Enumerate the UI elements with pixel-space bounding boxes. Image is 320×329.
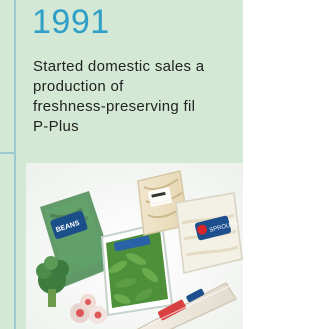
description-line: Started domestic sales a — [33, 58, 205, 75]
bean-sprouts-bag: SPROUTS — [175, 192, 243, 274]
timeline-rule — [14, 0, 16, 329]
timeline-year: 1991 — [32, 3, 110, 41]
timeline-tick — [0, 152, 14, 154]
product-photo: BEANS SPROUTS — [26, 163, 243, 329]
edamame-tray — [100, 221, 174, 317]
description-line: production of — [33, 78, 124, 95]
timeline-description: Started domestic sales a production of f… — [33, 57, 263, 137]
produce-photo-illustration: BEANS SPROUTS — [26, 163, 243, 329]
description-line: P-Plus — [33, 118, 79, 135]
description-line: freshness-preserving fil — [33, 98, 196, 115]
